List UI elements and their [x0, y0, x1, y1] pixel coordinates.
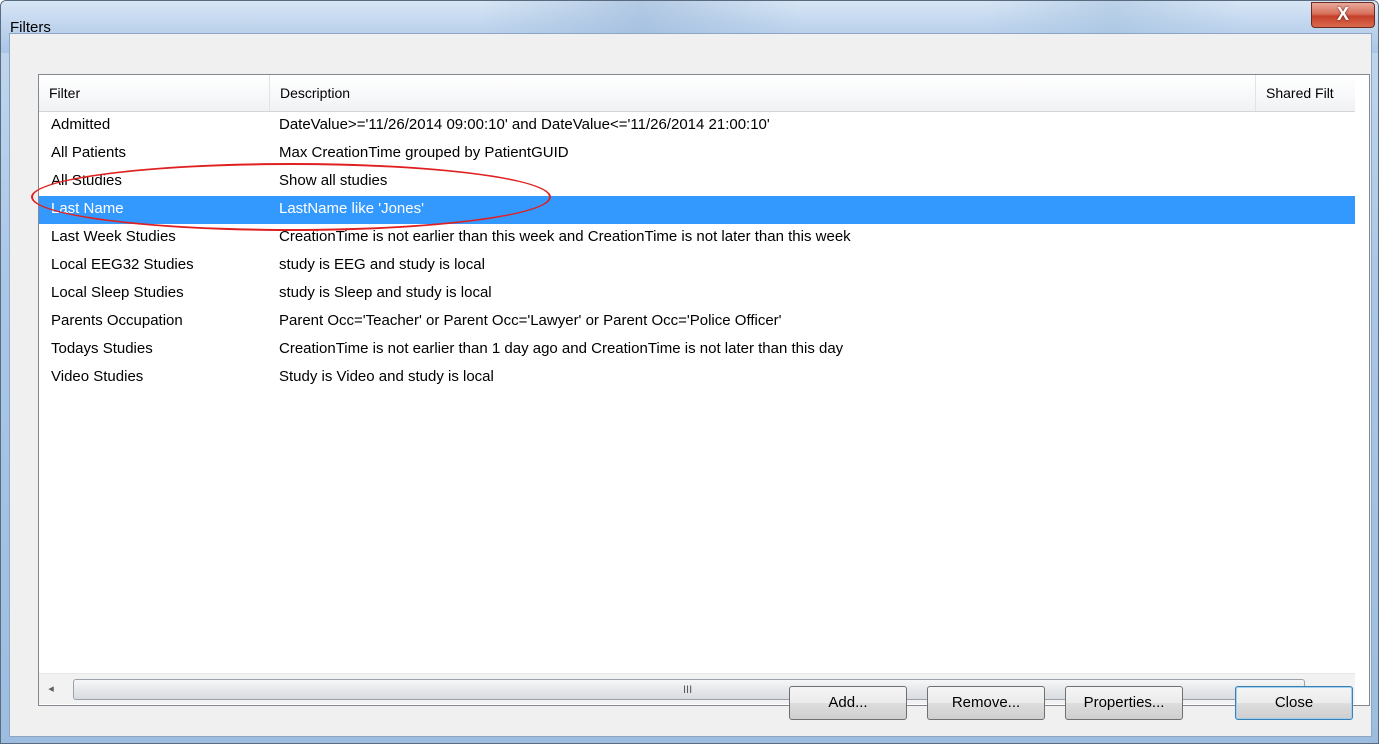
list-item[interactable]: Todays Studies CreationTime is not earlie… — [39, 336, 1355, 364]
filter-name: All Patients — [51, 144, 127, 161]
filter-description: Max CreationTime grouped by PatientGUID — [279, 144, 569, 161]
filter-description: LastName like 'Jones' — [279, 200, 424, 217]
filter-description: CreationTime is not earlier than this we… — [279, 228, 851, 245]
filter-name: Todays Studies — [51, 340, 153, 357]
close-button[interactable]: Close — [1235, 686, 1353, 720]
grip-icon: III — [683, 684, 693, 696]
filter-name: Video Studies — [51, 368, 144, 385]
list-item[interactable]: Admitted DateValue>='11/26/2014 09:00:10'… — [39, 112, 1355, 140]
filter-description: Study is Video and study is local — [279, 368, 494, 385]
dialog-body: Filter Description Shared Filt Admitted D… — [9, 33, 1372, 737]
list-item[interactable]: All Patients Max CreationTime grouped by … — [39, 140, 1355, 168]
column-header-filter[interactable]: Filter — [39, 75, 270, 111]
filter-description: study is EEG and study is local — [279, 256, 485, 273]
filter-name: Parents Occupation — [51, 312, 183, 329]
filter-description: CreationTime is not earlier than 1 day a… — [279, 340, 844, 357]
list-item[interactable]: Video Studies Study is Video and study is… — [39, 364, 1355, 392]
filter-name: Last Week Studies — [51, 228, 176, 245]
list-item[interactable]: Last Week Studies CreationTime is not ear… — [39, 224, 1355, 252]
filter-description: study is Sleep and study is local — [279, 284, 492, 301]
column-header-description[interactable]: Description — [270, 75, 1256, 111]
column-header-shared-filter[interactable]: Shared Filt — [1256, 75, 1355, 111]
list-item[interactable]: Parents Occupation Parent Occ='Teacher' o… — [39, 308, 1355, 336]
filters-list[interactable]: Filter Description Shared Filt Admitted D… — [31, 74, 1370, 706]
filter-description: DateValue>='11/26/2014 09:00:10' and Dat… — [279, 116, 770, 133]
filter-name: Local EEG32 Studies — [51, 256, 194, 273]
add-button[interactable]: Add... — [789, 686, 907, 720]
list-item[interactable]: Local EEG32 Studies study is EEG and stud… — [39, 252, 1355, 280]
filter-name: All Studies — [51, 172, 122, 189]
filter-description: Parent Occ='Teacher' or Parent Occ='Lawy… — [279, 312, 782, 329]
list-item[interactable]: Local Sleep Studies study is Sleep and st… — [39, 280, 1355, 308]
scroll-left-icon[interactable]: ◂ — [43, 680, 59, 698]
close-window-icon[interactable]: X — [1311, 2, 1375, 28]
list-item[interactable]: Last Name LastName like 'Jones' — [39, 196, 1355, 224]
filter-name: Admitted — [51, 116, 111, 133]
properties-button[interactable]: Properties... — [1065, 686, 1183, 720]
filters-dialog: Filters X Filter Description Shared Filt… — [0, 0, 1379, 744]
list-header: Filter Description Shared Filt — [39, 75, 1355, 112]
filter-name: Local Sleep Studies — [51, 284, 184, 301]
filter-description: Show all studies — [279, 172, 388, 189]
filter-name: Last Name — [51, 200, 124, 217]
remove-button[interactable]: Remove... — [927, 686, 1045, 720]
list-item[interactable]: All Studies Show all studies — [39, 168, 1355, 196]
